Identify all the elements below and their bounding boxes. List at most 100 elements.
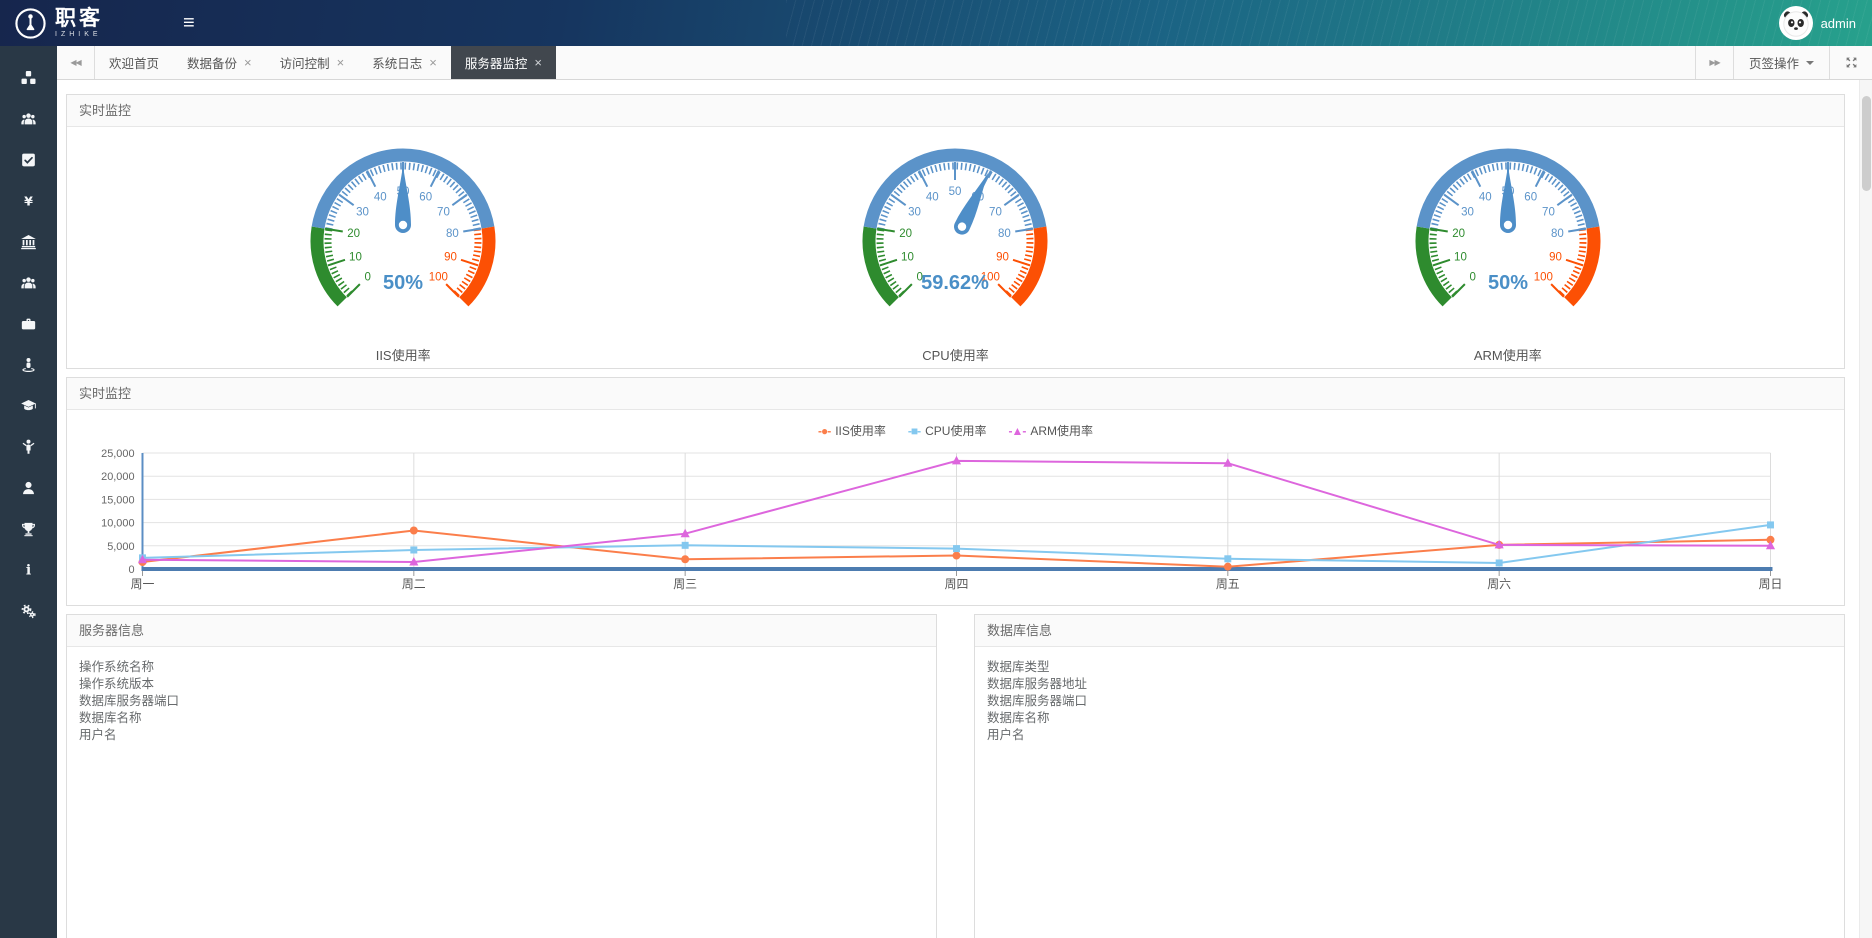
vertical-scrollbar[interactable] (1859, 80, 1872, 938)
tab-系统日志[interactable]: 系统日志 × (358, 46, 451, 79)
svg-text:90: 90 (444, 251, 457, 263)
svg-text:10,000: 10,000 (101, 518, 134, 530)
logo-sub: IZHIKE (55, 31, 103, 38)
svg-text:80: 80 (998, 228, 1011, 240)
sidebar-item-gears[interactable] (20, 603, 37, 619)
tab-label: 系统日志 (372, 53, 422, 72)
tabs-scroll-left-icon[interactable]: ◀◀ (57, 46, 95, 79)
legend-label: IIS使用率 (835, 422, 886, 439)
server-info-panel: 服务器信息 操作系统名称操作系统版本数据库服务器端口数据库名称用户名 (66, 614, 937, 938)
sidebar-item-cubes[interactable] (20, 70, 37, 86)
svg-text:15,000: 15,000 (101, 494, 134, 506)
sidebar-item-trophy[interactable] (20, 521, 37, 537)
sidebar-item-yen[interactable]: ¥ (20, 193, 37, 209)
bank-icon (20, 234, 37, 250)
tab-close-icon[interactable]: × (429, 56, 437, 69)
legend-label: ARM使用率 (1030, 422, 1093, 439)
app-window: 职客 IZHIKE ≡ admin ¥ i (0, 0, 1872, 938)
legend-label: CPU使用率 (925, 422, 986, 439)
server-info-title: 服务器信息 (67, 615, 936, 647)
svg-text:10: 10 (902, 251, 915, 263)
user-menu[interactable]: admin (1779, 6, 1872, 40)
svg-text:0: 0 (365, 271, 371, 283)
svg-text:20: 20 (1452, 228, 1465, 240)
tab-close-icon[interactable]: × (244, 56, 252, 69)
gauges-body: 010203040506070809010050%IIS使用率010203040… (67, 127, 1844, 368)
legend-item-IIS使用率[interactable]: -●- IIS使用率 (818, 422, 886, 439)
check-square-icon (20, 152, 37, 168)
svg-text:80: 80 (1551, 228, 1564, 240)
tabs-scroll-right-icon[interactable]: ▶▶ (1695, 46, 1733, 79)
gauge-value: 59.62% (922, 272, 990, 294)
sidebar-item-child[interactable] (20, 439, 37, 455)
svg-text:30: 30 (356, 207, 369, 219)
sidebar-item-bank[interactable] (20, 234, 37, 250)
logo-icon (14, 7, 47, 40)
trophy-icon (20, 521, 37, 537)
chevron-down-icon (1806, 61, 1814, 69)
sidebar-item-street-view[interactable] (20, 357, 37, 373)
svg-text:¥: ¥ (24, 193, 33, 208)
svg-text:40: 40 (926, 191, 939, 203)
user-icon (20, 480, 37, 496)
svg-text:10: 10 (349, 251, 362, 263)
circle-marker-icon: -●- (818, 424, 830, 438)
menu-toggle-icon[interactable]: ≡ (183, 0, 195, 46)
info-item: 用户名 (987, 727, 1844, 744)
svg-text:20,000: 20,000 (101, 471, 134, 483)
svg-text:80: 80 (446, 228, 459, 240)
user-group-icon (20, 111, 37, 127)
svg-text:100: 100 (429, 271, 448, 283)
svg-text:30: 30 (909, 207, 922, 219)
sidebar-item-briefcase[interactable] (20, 316, 37, 332)
triangle-marker-icon: -▲- (1008, 424, 1025, 438)
square-marker-icon: -■- (908, 424, 920, 438)
cubes-icon (20, 70, 37, 86)
tab-服务器监控[interactable]: 服务器监控 × (451, 46, 556, 79)
svg-text:40: 40 (1479, 191, 1492, 203)
legend-item-ARM使用率[interactable]: -▲- ARM使用率 (1008, 422, 1093, 439)
svg-text:70: 70 (990, 207, 1003, 219)
tab-close-icon[interactable]: × (337, 56, 345, 69)
tab-close-icon[interactable]: × (534, 56, 542, 69)
gauge-dial: 010203040506070809010059.62% (815, 135, 1095, 335)
sidebar-item-user-group[interactable] (20, 275, 37, 291)
info-panels-row: 服务器信息 操作系统名称操作系统版本数据库服务器端口数据库名称用户名 数据库信息… (66, 614, 1845, 938)
tab-label: 访问控制 (280, 53, 330, 72)
tab-label: 服务器监控 (465, 53, 528, 72)
fullscreen-button[interactable] (1829, 46, 1872, 79)
top-navbar: 职客 IZHIKE ≡ admin (0, 0, 1872, 46)
scrollbar-thumb[interactable] (1862, 96, 1871, 191)
tabbar-actions: ▶▶ 页签操作 (1695, 46, 1872, 79)
legend-item-CPU使用率[interactable]: -■- CPU使用率 (908, 422, 987, 439)
info-item: 数据库服务器端口 (79, 693, 936, 710)
svg-text:0: 0 (128, 564, 134, 576)
gauge-label: CPU使用率 (922, 345, 988, 364)
tab-数据备份[interactable]: 数据备份× (173, 46, 266, 79)
sidebar-item-check-square[interactable] (20, 152, 37, 168)
gauge-CPU使用率: 010203040506070809010059.62%CPU使用率 (815, 135, 1095, 364)
tabs-container: 欢迎首页数据备份× 访问控制 × 系统日志 × 服务器监控 × (95, 46, 556, 79)
main-area: ◀◀ 欢迎首页数据备份×访问控制×系统日志×服务器监控× ▶▶ 页签操作 实时监… (57, 46, 1872, 938)
info-item: 数据库名称 (987, 710, 1844, 727)
tab-欢迎首页[interactable]: 欢迎首页 (95, 46, 173, 79)
sidebar-item-info[interactable]: i (20, 562, 37, 578)
chart-legend: -●- IIS使用率 -■- CPU使用率 -▲- ARM使用率 (67, 422, 1844, 439)
app-logo[interactable]: 职客 IZHIKE (0, 7, 103, 40)
tab-operations-dropdown[interactable]: 页签操作 (1733, 46, 1829, 79)
sidebar-item-user-group[interactable] (20, 111, 37, 127)
sidebar-item-user[interactable] (20, 480, 37, 496)
svg-text:周五: 周五 (1216, 577, 1240, 591)
svg-text:40: 40 (374, 191, 387, 203)
info-item: 数据库服务器端口 (987, 693, 1844, 710)
user-group-icon (20, 275, 37, 291)
sidebar-item-graduation-cap[interactable] (20, 398, 37, 414)
svg-text:30: 30 (1461, 207, 1474, 219)
logo-main: 职客 (55, 8, 103, 29)
svg-text:70: 70 (1542, 207, 1555, 219)
svg-text:周四: 周四 (945, 577, 969, 591)
username-label: admin (1821, 16, 1856, 31)
svg-text:10: 10 (1454, 251, 1467, 263)
tab-访问控制[interactable]: 访问控制 × (266, 46, 359, 79)
db-info-list: 数据库类型数据库服务器地址数据库服务器端口数据库名称用户名 (975, 659, 1844, 744)
